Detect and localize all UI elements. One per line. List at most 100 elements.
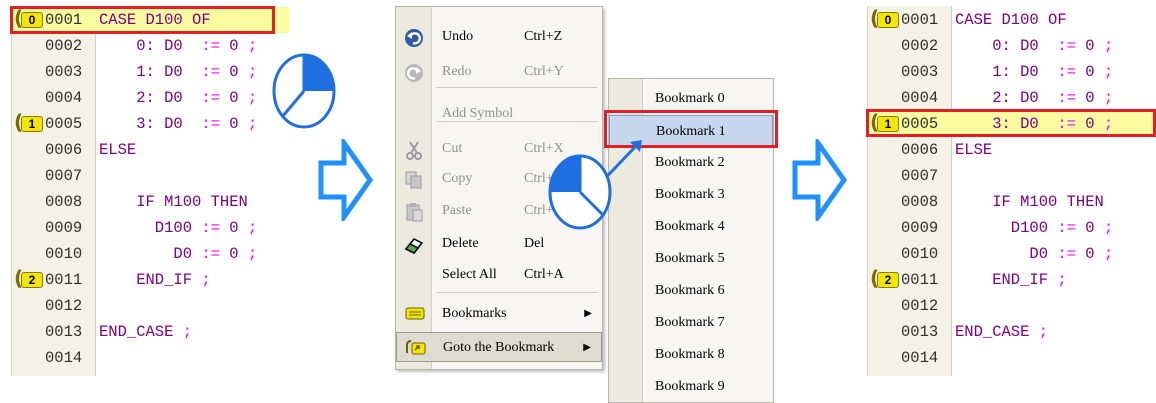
code-text: D100 := 0 ; (99, 219, 258, 237)
code-text: IF M100 THEN (955, 193, 1104, 211)
line-number: 0013 (45, 323, 83, 341)
bookmark-number: 0 (877, 12, 899, 28)
code-line-0010[interactable]: 0010 D0 := 0 ; (868, 241, 1156, 267)
highlight-frame-line-0001 (10, 6, 275, 34)
line-number: 0011 (901, 271, 939, 289)
menu-item-select-all[interactable]: Select All Ctrl+A (396, 260, 602, 290)
code-line-0001[interactable]: (0 0001 CASE D100 OF (868, 7, 1156, 33)
code-line-0003[interactable]: 0003 1: D0 := 0 ; (868, 59, 1156, 85)
menu-item-delete[interactable]: Delete Del (396, 229, 602, 259)
code-text: END_CASE ; (955, 323, 1049, 341)
bookmark-number: 2 (877, 272, 899, 288)
submenu-item-bookmark-9[interactable]: Bookmark 9 (609, 371, 773, 403)
code-line-0007[interactable]: 0007 (868, 163, 1156, 189)
mouse-right-click-icon (272, 53, 336, 129)
line-number: 0007 (901, 167, 939, 185)
code-line-0014[interactable]: 0014 (868, 345, 1156, 371)
code-text: 2: D0 := 0 ; (99, 89, 258, 107)
code-line-0004[interactable]: 0004 2: D0 := 0 ; (868, 85, 1156, 111)
menu-item-label: Select All (442, 267, 497, 282)
code-line-0009[interactable]: 0009 D100 := 0 ; (868, 215, 1156, 241)
code-line-0014[interactable]: 0014 (12, 345, 289, 371)
line-number: 0011 (45, 271, 83, 289)
code-text: END_IF ; (955, 271, 1067, 289)
submenu-item-label: Bookmark 4 (655, 219, 725, 234)
code-editor-before[interactable]: (0 0001 CASE D100 OF 0002 0: D0 := 0 ; 0003 … (11, 6, 289, 376)
redo-icon (404, 63, 424, 82)
line-number: 0002 (45, 37, 83, 55)
code-text: ELSE (99, 141, 137, 159)
line-number: 0008 (45, 193, 83, 211)
code-line-0011[interactable]: (2 0011 END_IF ; (868, 267, 1156, 293)
code-line-0010[interactable]: 0010 D0 := 0 ; (12, 241, 289, 267)
bookmark-number: 2 (21, 272, 43, 288)
line-number: 0013 (901, 323, 939, 341)
submenu-item-bookmark-7[interactable]: Bookmark 7 (609, 307, 773, 339)
submenu-item-label: Bookmark 7 (655, 315, 725, 330)
code-line-0009[interactable]: 0009 D100 := 0 ; (12, 215, 289, 241)
code-line-0002[interactable]: 0002 0: D0 := 0 ; (868, 33, 1156, 59)
menu-item-shortcut: Ctrl+Z (524, 29, 563, 44)
line-number: 0005 (45, 115, 83, 133)
submenu-item-bookmark-5[interactable]: Bookmark 5 (609, 243, 773, 275)
code-text: ELSE (955, 141, 993, 159)
code-text: D0 := 0 ; (955, 245, 1114, 263)
code-line-0011[interactable]: (2 0011 END_IF ; (12, 267, 289, 293)
bookmark-1-icon: (1 (14, 111, 44, 133)
submenu-item-bookmark-4[interactable]: Bookmark 4 (609, 211, 773, 243)
menu-item-shortcut: Del (524, 236, 545, 251)
line-number: 0007 (45, 167, 83, 185)
menu-item-label: Add Symbol (442, 106, 514, 121)
code-text: CASE D100 OF (955, 11, 1067, 29)
code-text: END_CASE ; (99, 323, 193, 341)
code-text: 1: D0 := 0 ; (955, 63, 1114, 81)
menu-item-label: Bookmarks (442, 306, 507, 321)
menu-item-bookmarks[interactable]: Bookmarks ▶ (396, 299, 602, 329)
menu-item-label: Paste (442, 203, 472, 218)
line-number: 0006 (45, 141, 83, 159)
menu-item-label: Goto the Bookmark (443, 340, 555, 355)
code-line-0006[interactable]: 0006 ELSE (12, 137, 289, 163)
line-number: 0008 (901, 193, 939, 211)
submenu-item-bookmark-8[interactable]: Bookmark 8 (609, 339, 773, 371)
line-number: 0004 (45, 89, 83, 107)
menu-item-undo[interactable]: Undo Ctrl+Z (396, 22, 602, 52)
code-line-0005[interactable]: (1 0005 3: D0 := 0 ; (12, 111, 289, 137)
bookmark-icon (404, 305, 425, 323)
code-text: 1: D0 := 0 ; (99, 63, 258, 81)
code-line-0012[interactable]: 0012 (868, 293, 1156, 319)
code-line-0003[interactable]: 0003 1: D0 := 0 ; (12, 59, 289, 85)
menu-item-goto-the-bookmark[interactable]: Goto the Bookmark ▶ (396, 332, 602, 362)
menu-item-redo[interactable]: Redo Ctrl+Y (396, 57, 602, 87)
submenu-arrow-icon: ▶ (583, 342, 591, 353)
line-number: 0012 (901, 297, 939, 315)
code-line-0004[interactable]: 0004 2: D0 := 0 ; (12, 85, 289, 111)
code-text: D100 := 0 ; (955, 219, 1114, 237)
line-number: 0002 (901, 37, 939, 55)
submenu-item-label: Bookmark 9 (655, 379, 725, 394)
submenu-item-label: Bookmark 3 (655, 187, 725, 202)
menu-item-label: Cut (442, 141, 463, 156)
menu-item-label: Redo (442, 64, 472, 79)
undo-icon (404, 28, 424, 47)
line-number: 0009 (901, 219, 939, 237)
submenu-item-label: Bookmark 5 (655, 251, 725, 266)
code-line-0002[interactable]: 0002 0: D0 := 0 ; (12, 33, 289, 59)
submenu-item-bookmark-6[interactable]: Bookmark 6 (609, 275, 773, 307)
line-number: 0012 (45, 297, 83, 315)
code-line-0008[interactable]: 0008 IF M100 THEN (12, 189, 289, 215)
code-line-0013[interactable]: 0013 END_CASE ; (868, 319, 1156, 345)
code-line-0013[interactable]: 0013 END_CASE ; (12, 319, 289, 345)
code-line-0008[interactable]: 0008 IF M100 THEN (868, 189, 1156, 215)
eraser-icon (404, 235, 424, 254)
code-line-0012[interactable]: 0012 (12, 293, 289, 319)
code-line-0006[interactable]: 0006 ELSE (868, 137, 1156, 163)
code-editor-after[interactable]: (0 0001 CASE D100 OF 0002 0: D0 := 0 ; 0003 … (867, 6, 1156, 376)
line-number: 0006 (901, 141, 939, 159)
submenu-item-label: Bookmark 8 (655, 347, 725, 362)
code-line-0007[interactable]: 0007 (12, 163, 289, 189)
copy-icon (404, 170, 424, 189)
goto-bookmark-icon (405, 339, 426, 357)
line-number: 0009 (45, 219, 83, 237)
menu-item-add-symbol[interactable]: Add Symbol (396, 99, 602, 129)
